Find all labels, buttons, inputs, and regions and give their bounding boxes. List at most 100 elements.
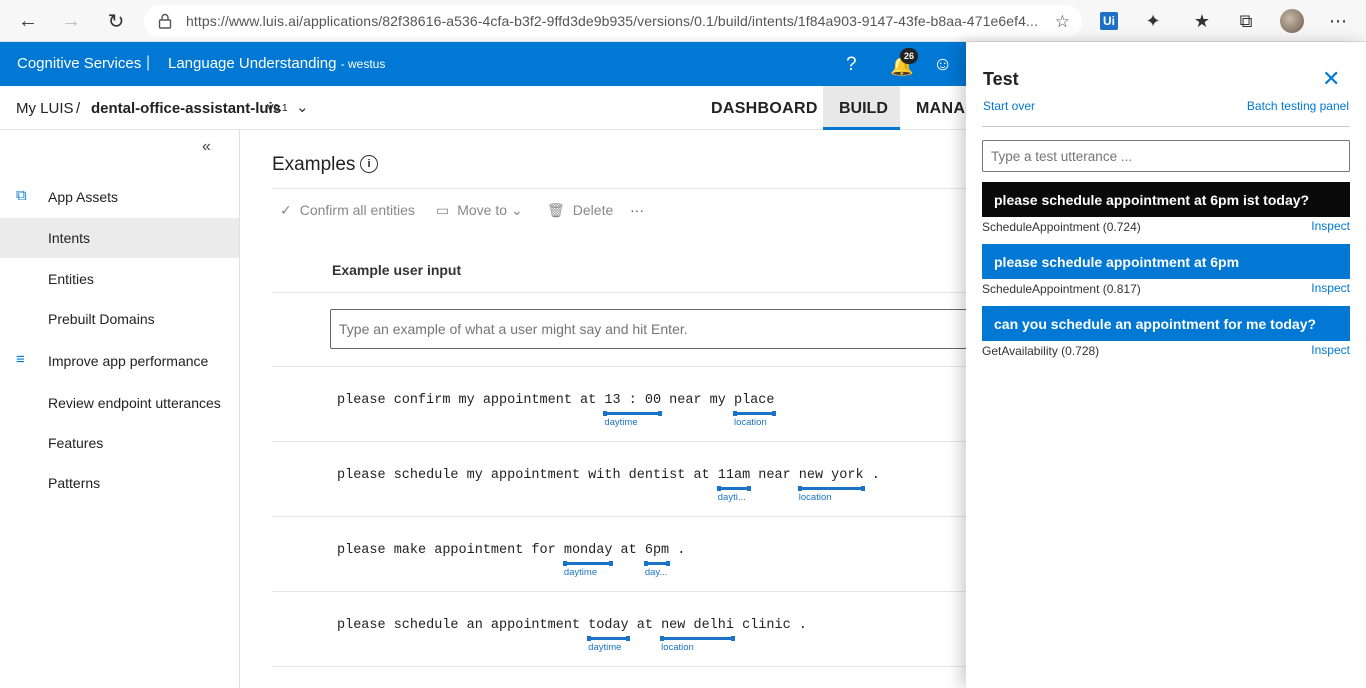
entity-type-tag: location xyxy=(733,417,767,428)
version-label: V0.1 xyxy=(267,103,288,114)
tab-dashboard[interactable]: DASHBOARD xyxy=(711,100,818,118)
start-over-link[interactable]: Start over xyxy=(983,99,1035,113)
entity-value: 11am xyxy=(717,468,751,483)
sidebar-item-label: Review endpoint utterances xyxy=(48,395,221,411)
sidebar-item-intents[interactable]: Intents xyxy=(0,218,239,258)
entity-label[interactable]: monday daytime xyxy=(562,543,614,578)
collapse-sidebar-icon[interactable]: « xyxy=(202,138,211,156)
product-title[interactable]: Language Understanding - westus xyxy=(168,55,385,72)
chevron-down-icon[interactable]: ⌄ xyxy=(296,98,309,116)
test-result-item[interactable]: please schedule appointment at 6pm ist t… xyxy=(982,182,1350,217)
examples-panel: Examples i ✓ Confirm all entities ▭ Move t… xyxy=(240,130,980,688)
test-utterance-input[interactable] xyxy=(982,140,1350,172)
utterance-token: please schedule an appointment xyxy=(337,618,589,633)
uipath-extension-icon[interactable]: Ui xyxy=(1100,12,1118,30)
sidebar-item-label: Patterns xyxy=(48,475,101,491)
back-icon[interactable]: ← xyxy=(15,8,41,34)
refresh-icon[interactable]: ↻ xyxy=(103,8,129,34)
sidebar-item-label: Prebuilt Domains xyxy=(48,311,155,327)
inspect-link[interactable]: Inspect xyxy=(1311,281,1350,295)
entity-value: 13 : 00 xyxy=(604,393,662,408)
utterance-text: please schedule an appointment today dayt… xyxy=(337,618,807,653)
utterance-token: at xyxy=(612,543,645,558)
extensions-icon[interactable]: ✦ xyxy=(1140,8,1166,34)
entity-underline xyxy=(603,411,662,416)
entity-value: place xyxy=(733,393,775,408)
utterance-text: please confirm my appointment at 13 : 00… xyxy=(337,393,776,428)
confirm-label: Confirm all entities xyxy=(299,202,415,218)
help-icon[interactable]: ? xyxy=(846,54,857,76)
browser-toolbar: ← → ↻ https://www.luis.ai/applications/8… xyxy=(0,0,1366,42)
utterance-row[interactable]: please schedule an appointment today dayt… xyxy=(272,592,966,667)
breadcrumb-app-name[interactable]: dental-office-assistant-luis xyxy=(91,100,281,117)
divider xyxy=(982,126,1350,127)
entity-label[interactable]: 11am dayti... xyxy=(716,468,752,503)
entity-underline xyxy=(797,486,865,491)
add-favorite-icon[interactable]: ☆ xyxy=(1055,12,1070,32)
entity-type-tag: location xyxy=(798,492,832,503)
sidebar-item-review-endpoint-utterances[interactable]: Review endpoint utterances xyxy=(0,383,239,423)
breadcrumb-separator: / xyxy=(76,100,81,117)
entity-type-tag: daytime xyxy=(563,567,598,578)
utterance-token: near my xyxy=(661,393,734,408)
notification-count-badge: 26 xyxy=(900,48,918,64)
inspect-link[interactable]: Inspect xyxy=(1311,343,1350,357)
checkmark-icon: ✓ xyxy=(280,202,292,218)
utterance-row[interactable]: please schedule my appointment with dent… xyxy=(272,442,966,517)
browser-menu-icon[interactable]: ⋯ xyxy=(1325,8,1351,34)
sidebar-item-features[interactable]: Features xyxy=(0,423,239,463)
inspect-link[interactable]: Inspect xyxy=(1311,219,1350,233)
entity-value: 6pm xyxy=(644,543,670,558)
info-icon[interactable]: i xyxy=(360,155,378,173)
entity-label[interactable]: new delhi location xyxy=(660,618,735,653)
favorites-icon[interactable]: ★ xyxy=(1189,8,1215,34)
entity-label[interactable]: 6pm day... xyxy=(643,543,671,578)
sidebar-item-entities[interactable]: Entities xyxy=(0,259,239,299)
product-name: Language Understanding xyxy=(168,55,337,72)
batch-testing-panel-link[interactable]: Batch testing panel xyxy=(1247,99,1349,113)
entity-value: monday xyxy=(563,543,613,558)
utterance-token: . xyxy=(863,468,880,483)
entity-label[interactable]: new york location xyxy=(797,468,865,503)
profile-avatar[interactable] xyxy=(1280,9,1304,33)
collections-icon[interactable]: ⧉ xyxy=(1233,8,1259,34)
tab-build[interactable]: BUILD xyxy=(823,86,900,130)
breadcrumb-my-luis[interactable]: My LUIS xyxy=(16,100,74,117)
utterance-row[interactable]: please make appointment for monday daytim… xyxy=(272,517,966,592)
delete-button[interactable]: 🗑 Delete xyxy=(547,202,613,219)
sidebar-item-patterns[interactable]: Patterns xyxy=(0,463,239,503)
example-utterance-input[interactable] xyxy=(330,309,980,349)
sidebar-item-improve-app-performance[interactable]: ≡ Improve app performance xyxy=(0,341,239,381)
utterance-token: clinic . xyxy=(734,618,807,633)
entity-type-tag: daytime xyxy=(604,417,638,428)
entity-label[interactable]: 13 : 00 daytime xyxy=(603,393,662,428)
entity-value: new york xyxy=(798,468,864,483)
sliders-icon: ≡ xyxy=(16,351,25,368)
divider xyxy=(272,292,966,293)
utterance-token: . xyxy=(669,543,686,558)
forward-icon[interactable]: → xyxy=(58,8,84,34)
close-icon[interactable]: ✕ xyxy=(1322,66,1340,92)
entity-label[interactable]: place location xyxy=(732,393,776,428)
url-text[interactable]: https://www.luis.ai/applications/82f3861… xyxy=(186,13,1046,29)
utterance-token: please make appointment for xyxy=(337,543,564,558)
entity-type-tag: location xyxy=(661,642,694,653)
move-to-button[interactable]: ▭ Move to ⌄ xyxy=(436,202,523,219)
region-label: - westus xyxy=(340,57,386,71)
entity-underline xyxy=(562,561,614,566)
feedback-smiley-icon[interactable]: ☺ xyxy=(933,54,952,76)
sidebar-item-prebuilt-domains[interactable]: Prebuilt Domains xyxy=(0,299,239,339)
test-panel-title: Test xyxy=(983,69,1019,89)
utterance-token: at xyxy=(628,618,662,633)
sidebar-item-app-assets[interactable]: ⧉ App Assets xyxy=(0,177,239,217)
more-options-icon[interactable]: ··· xyxy=(630,202,644,218)
top-intent-score: ScheduleAppointment (0.724) xyxy=(982,220,1141,234)
brand-link[interactable]: Cognitive Services xyxy=(17,55,141,72)
sidebar-item-label: Entities xyxy=(48,271,94,287)
utterance-row[interactable]: please confirm my appointment at 13 : 00… xyxy=(272,367,966,442)
test-result-item[interactable]: can you schedule an appointment for me t… xyxy=(982,306,1350,341)
address-bar[interactable]: https://www.luis.ai/applications/82f3861… xyxy=(144,5,1082,37)
test-result-item[interactable]: please schedule appointment at 6pm xyxy=(982,244,1350,279)
confirm-all-entities-button[interactable]: ✓ Confirm all entities xyxy=(280,202,415,219)
entity-label[interactable]: today daytime xyxy=(587,618,630,653)
